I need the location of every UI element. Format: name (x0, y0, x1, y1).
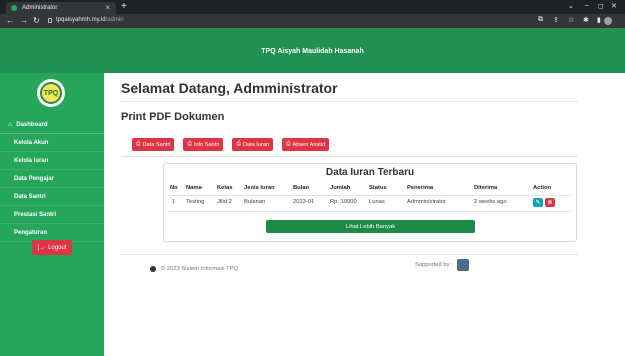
profile-avatar[interactable] (604, 17, 612, 25)
browser-tabbar: Administrator × + ⌄ – ◻ ✕ (0, 0, 625, 14)
button-label: Data Iuran (242, 141, 270, 148)
tab-search-icon[interactable]: ⌄ (568, 2, 574, 10)
button-label: Absen Asatid (292, 141, 326, 148)
printer-icon: ⎙ (187, 141, 192, 147)
sidebar: TPQ ⌂ Dashboard Kelola Akun Kelola Iuran… (0, 73, 104, 356)
sidebar-item-kelola-akun[interactable]: Kelola Akun (0, 134, 104, 152)
sidebar-item-label: Pengaturan (14, 229, 48, 236)
printer-icon: ⎙ (236, 141, 241, 147)
tab-title: Administrator (22, 5, 58, 11)
cell-nama: Testing (186, 199, 205, 205)
sidebar-item-label: Data Pengajar (14, 175, 55, 182)
sponsor-logo-icon[interactable] (456, 259, 469, 271)
top-header: TPQ Aisyah Maulidah Hasanah (0, 28, 625, 73)
sidebar-item-dashboard[interactable]: ⌂ Dashboard (0, 116, 104, 134)
window-close-icon[interactable]: ✕ (611, 2, 617, 10)
column-header: Kelas (217, 185, 233, 191)
address-bar: ← → ↻ tpqaisyahmh.my.id/admin ⧉ ⇪ ☆ ✱ ▮ (0, 14, 625, 28)
translate-icon[interactable]: ⧉ (538, 16, 543, 24)
sidebar-item-label: Kelola Iuran (14, 157, 49, 164)
iuran-card-title: Data Iuran Terbaru (325, 167, 415, 178)
button-label: Info Santri (193, 141, 220, 148)
footer-supported: Supported by : (415, 259, 469, 271)
site-brand: TPQ Aisyah Maulidah Hasanah (261, 48, 364, 55)
maximize-icon[interactable]: ◻ (598, 2, 604, 10)
sidebar-item-label: Dashboard (16, 121, 48, 128)
column-header: Nama (186, 185, 202, 191)
table-header-divider (168, 195, 572, 196)
logout-icon: [→ (37, 244, 46, 251)
column-header: Action (533, 185, 552, 191)
column-header: Status (369, 185, 387, 191)
column-header: No (170, 185, 178, 191)
iuran-card: Data Iuran Terbaru No Nama Kelas Jenis I… (163, 163, 577, 242)
url-field[interactable]: tpqaisyahmh.my.id/admin (56, 17, 124, 23)
cell-jenis-iuran: Bulanan (244, 199, 266, 205)
back-icon[interactable]: ← (6, 16, 14, 25)
minimize-icon[interactable]: – (585, 2, 589, 9)
logout-button[interactable]: [→ Logout (32, 240, 72, 255)
logo-emblem: TPQ (40, 82, 62, 104)
lock-icon (48, 18, 52, 23)
page-title: Selamat Datang, Admministrator (121, 80, 338, 96)
sidebar-item-kelola-iuran[interactable]: Kelola Iuran (0, 152, 104, 170)
sidebar-item-data-pengajar[interactable]: Data Pengajar (0, 170, 104, 188)
new-tab-icon[interactable]: + (121, 1, 127, 12)
column-header: Penerima (407, 185, 434, 191)
printer-icon: ⎙ (136, 141, 141, 147)
bookmark-star-icon[interactable]: ☆ (568, 16, 574, 24)
share-icon[interactable]: ⇪ (553, 16, 559, 24)
footer-copyright: © 2023 Sistem Informasi TPQ (150, 266, 238, 272)
url-host: tpqaisyahmh.my.id (56, 17, 106, 23)
sidebar-item-label: Data Santri (14, 193, 46, 200)
divider (121, 254, 578, 255)
column-header: Diterima (474, 185, 498, 191)
sidebar-item-label: Kelola Akun (14, 139, 49, 146)
cell-penerima: Admministrator (407, 199, 446, 205)
cell-jumlah: Rp. 10000 (330, 199, 357, 205)
favicon-icon (11, 5, 17, 11)
sidebar-item-data-santri[interactable]: Data Santri (0, 188, 104, 206)
print-section-title: Print PDF Dokumen (121, 111, 225, 123)
copyright-text: © 2023 Sistem Informasi TPQ (161, 266, 238, 272)
column-header: Bulan (293, 185, 310, 191)
print-absen-asatid-button[interactable]: ⎙ Absen Asatid (282, 138, 330, 151)
column-header: Jumlah (330, 185, 351, 191)
cell-diterima: 2 weeks ago (474, 199, 507, 205)
cell-status: Lunas (369, 199, 385, 205)
print-data-iuran-button[interactable]: ⎙ Data Iuran (232, 138, 274, 151)
print-data-santri-button[interactable]: ⎙ Data Santri (132, 138, 175, 151)
cell-bulan: 2023-01 (293, 199, 315, 205)
extensions-icon[interactable]: ✱ (583, 16, 589, 24)
divider (121, 101, 578, 102)
divider (121, 156, 578, 157)
forward-icon[interactable]: → (20, 16, 28, 25)
site-logo: TPQ (37, 79, 65, 107)
edit-button[interactable]: ✎ (533, 198, 543, 207)
dashboard-icon: ⌂ (8, 121, 13, 128)
see-more-button[interactable]: Lihat Lebih Banyak (266, 220, 475, 233)
delete-icon: ⊗ (547, 200, 553, 206)
cell-kelas: Jilid 2 (217, 199, 232, 205)
supported-text: Supported by : (415, 262, 453, 268)
copyright-icon (150, 266, 156, 272)
close-tab-icon[interactable]: × (105, 3, 110, 12)
print-info-santri-button[interactable]: ⎙ Info Santri (183, 138, 224, 151)
reload-icon[interactable]: ↻ (33, 16, 40, 25)
sidebar-item-label: Prestasi Santri (14, 211, 57, 218)
edit-icon: ✎ (535, 200, 541, 206)
url-path: /admin (105, 17, 124, 23)
printer-icon: ⎙ (286, 141, 291, 147)
cell-no: 1 (172, 199, 176, 205)
column-header: Jenis Iuran (244, 185, 275, 191)
delete-button[interactable]: ⊗ (545, 198, 555, 207)
sidepanel-icon[interactable]: ▮ (597, 16, 601, 24)
row-divider (168, 211, 572, 212)
pdf-button-group: ⎙ Data Santri ⎙ Info Santri ⎙ Data Iuran ⎙ A… (132, 138, 338, 151)
browser-tab[interactable]: Administrator × (6, 2, 116, 14)
sidebar-menu: ⌂ Dashboard Kelola Akun Kelola Iuran Dat… (0, 116, 104, 242)
button-label: Data Santri (142, 141, 171, 148)
logout-label: Logout (48, 244, 67, 251)
sidebar-item-prestasi-santri[interactable]: Prestasi Santri (0, 206, 104, 224)
